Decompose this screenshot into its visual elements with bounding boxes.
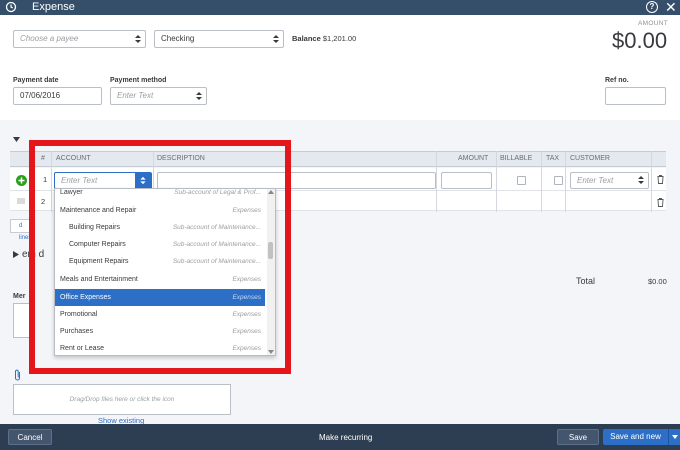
tax-checkbox[interactable] xyxy=(554,176,563,185)
page-title: Expense xyxy=(32,1,75,13)
scrollbar-thumb[interactable] xyxy=(268,242,273,259)
description-input[interactable] xyxy=(157,172,436,189)
grid-divider xyxy=(32,151,33,212)
col-num: # xyxy=(41,155,45,162)
make-recurring-link[interactable]: Make recurring xyxy=(319,433,372,442)
account-input[interactable]: Enter Text xyxy=(54,172,152,189)
list-item[interactable]: Rent or Lease Expenses xyxy=(55,340,265,355)
grid-divider xyxy=(51,151,52,212)
payment-date-label: Payment date xyxy=(13,77,59,84)
memo-field[interactable] xyxy=(13,303,33,338)
row-number: 1 xyxy=(43,175,48,184)
account-input-placeholder: Enter Text xyxy=(61,176,98,185)
col-amount: AMOUNT xyxy=(458,155,489,162)
customer-placeholder: Enter Text xyxy=(577,176,614,185)
payee-select[interactable]: Choose a payee xyxy=(13,30,146,48)
grid-header xyxy=(10,151,666,167)
ref-no-field[interactable] xyxy=(605,87,666,105)
paperclip-icon[interactable] xyxy=(14,369,22,381)
grid-divider xyxy=(565,151,566,212)
title-bar: Expense ? ✕ xyxy=(0,0,680,15)
account-dropdown-toggle[interactable] xyxy=(135,173,151,188)
save-options-toggle[interactable] xyxy=(668,429,680,445)
list-item[interactable]: Computer Repairs Sub-account of Maintenan… xyxy=(55,236,265,253)
grid-divider xyxy=(436,151,437,212)
account-value: Checking xyxy=(161,34,195,43)
list-item[interactable]: Maintenance and Repair Expenses xyxy=(55,202,265,219)
balance-value: $1,201.00 xyxy=(322,34,357,43)
balance-label: Balance xyxy=(292,34,321,43)
list-item[interactable]: Building Repairs Sub-account of Maintenan… xyxy=(55,219,265,236)
col-customer: CUSTOMER xyxy=(570,155,610,162)
attachment-dropzone[interactable]: Drag/Drop files here or click the icon xyxy=(13,384,231,415)
payment-method-placeholder: Enter Text xyxy=(117,91,154,100)
add-line-icon[interactable] xyxy=(16,175,27,186)
help-icon[interactable]: ? xyxy=(646,1,658,13)
ref-no-label: Ref no. xyxy=(605,77,629,84)
customer-select[interactable]: Enter Text xyxy=(570,172,649,189)
dropdown-arrow-icon xyxy=(273,35,279,43)
grid-divider xyxy=(651,151,652,212)
scrollbar[interactable] xyxy=(267,189,275,355)
dropdown-arrow-icon xyxy=(135,35,141,43)
add-lines-button[interactable]: d lines xyxy=(10,219,31,241)
list-item[interactable]: Equipment Repairs Sub-account of Maintena… xyxy=(55,253,265,270)
save-button[interactable]: Save xyxy=(557,429,599,445)
payment-method-label: Payment method xyxy=(110,77,167,84)
col-account: ACCOUNT xyxy=(56,155,91,162)
dropdown-arrow-icon xyxy=(638,176,644,184)
payment-date-value: 07/06/2016 xyxy=(20,91,61,100)
scroll-up-icon[interactable] xyxy=(268,190,274,194)
cancel-button[interactable]: Cancel xyxy=(8,429,52,445)
amount-input[interactable] xyxy=(441,172,492,189)
payee-placeholder: Choose a payee xyxy=(20,34,79,43)
payment-date-field[interactable]: 07/06/2016 xyxy=(13,87,102,105)
caret-down-icon[interactable] xyxy=(13,136,20,143)
amount-label: AMOUNT xyxy=(638,20,668,27)
close-icon[interactable]: ✕ xyxy=(665,0,677,16)
recent-transactions-icon[interactable] xyxy=(5,1,17,13)
grid-divider xyxy=(496,151,497,212)
memo-label: Mer xyxy=(13,293,26,300)
footer-bar: Cancel Make recurring Save Save and new xyxy=(0,424,680,450)
dropdown-arrow-icon xyxy=(140,176,146,185)
trash-icon[interactable] xyxy=(657,198,664,207)
trash-icon[interactable] xyxy=(657,175,664,184)
list-item[interactable]: Meals and Entertainment Expenses xyxy=(55,271,265,288)
account-dropdown-list: Lawyer Sub-account of Legal & Prof... Mai… xyxy=(54,188,276,356)
total-value: $0.00 xyxy=(648,277,667,286)
row-number: 2 xyxy=(41,197,46,206)
list-item[interactable]: Promotional Expenses xyxy=(55,306,265,323)
drag-handle-icon[interactable] xyxy=(17,198,25,204)
balance: Balance $1,201.00 xyxy=(292,34,356,43)
dropzone-text: Drag/Drop files here or click the icon xyxy=(69,396,175,403)
list-item-selected[interactable]: Office Expenses Expenses xyxy=(55,289,265,306)
save-and-new-button[interactable]: Save and new xyxy=(603,429,668,445)
account-select[interactable]: Checking xyxy=(154,30,284,48)
amount-total: $0.00 xyxy=(612,28,668,53)
add-lines-label: d lines xyxy=(19,223,32,241)
col-description: DESCRIPTION xyxy=(157,155,205,162)
dropdown-arrow-icon xyxy=(196,92,202,100)
scroll-down-icon[interactable] xyxy=(268,350,274,354)
billable-checkbox[interactable] xyxy=(517,176,526,185)
col-tax: TAX xyxy=(546,155,560,162)
chevron-down-icon xyxy=(672,435,678,439)
item-details-label: em d xyxy=(22,249,45,260)
col-billable: BILLABLE xyxy=(500,155,533,162)
caret-right-icon[interactable] xyxy=(13,251,19,258)
list-item[interactable]: Lawyer Sub-account of Legal & Prof... xyxy=(55,189,265,201)
grid-divider xyxy=(541,151,542,212)
list-item[interactable]: Purchases Expenses xyxy=(55,323,265,340)
total-label: Total xyxy=(576,276,596,286)
payment-method-select[interactable]: Enter Text xyxy=(110,87,207,105)
